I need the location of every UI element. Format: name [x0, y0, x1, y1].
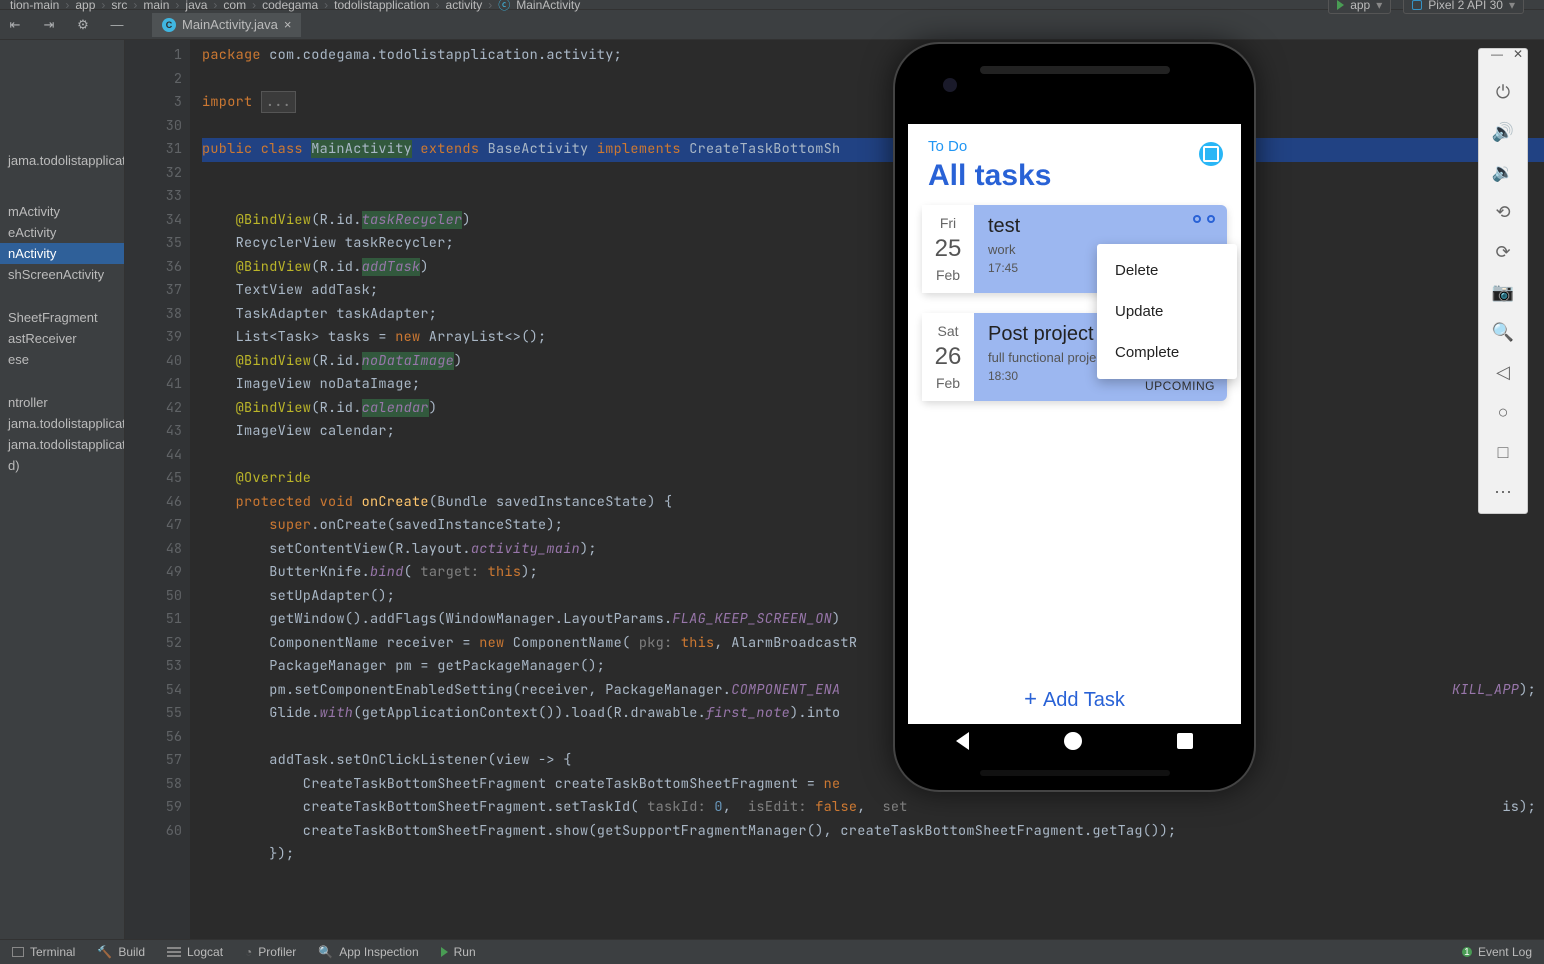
emulator-screen[interactable]: To Do All tasks Fri 25 Feb test work 17:… — [908, 124, 1241, 724]
event-log-tab[interactable]: 1Event Log — [1462, 945, 1532, 959]
tab-label: MainActivity.java — [182, 17, 278, 32]
sidebar-item[interactable]: jama.todolistapplicat — [0, 150, 124, 171]
menu-update[interactable]: Update — [1097, 291, 1237, 332]
sidebar-item[interactable]: eActivity — [0, 222, 124, 243]
power-icon[interactable]: ⏻ — [1492, 81, 1514, 103]
emulator-toolbar: — ✕ ⏻ 🔊 🔉 ⟲ ⟳ 📷 🔍 ◁ ○ □ ⋯ — [1478, 48, 1528, 514]
app-inspection-tab[interactable]: 🔍App Inspection — [318, 945, 418, 959]
indent-right-icon[interactable]: ⇥ — [40, 16, 58, 34]
back-icon[interactable] — [956, 732, 969, 750]
logcat-tab[interactable]: Logcat — [167, 945, 223, 959]
home-icon[interactable]: ○ — [1492, 401, 1514, 423]
emulator-device: To Do All tasks Fri 25 Feb test work 17:… — [893, 42, 1256, 792]
rotate-left-icon[interactable]: ⟲ — [1492, 201, 1514, 223]
indent-left-icon[interactable]: ⇤ — [6, 16, 24, 34]
task-options-icon[interactable] — [1193, 215, 1215, 223]
app-subtitle: To Do — [928, 138, 1221, 155]
status-bar: Terminal 🔨Build Logcat ◔Profiler 🔍App In… — [0, 939, 1544, 964]
close-icon[interactable]: ✕ — [1513, 47, 1523, 61]
recents-icon[interactable] — [1177, 733, 1193, 749]
volume-up-icon[interactable]: 🔊 — [1492, 121, 1514, 143]
close-icon[interactable]: × — [284, 17, 292, 32]
add-task-button[interactable]: +Add Task — [908, 686, 1241, 712]
task-date: Sat 26 Feb — [922, 313, 974, 401]
task-status: UPCOMING — [1145, 379, 1215, 393]
sidebar-item[interactable]: jama.todolistapplicat — [0, 413, 124, 434]
java-class-icon: C — [162, 18, 176, 32]
run-tab[interactable]: Run — [441, 945, 476, 959]
run-config[interactable]: app▾ — [1328, 0, 1391, 14]
back-icon[interactable]: ◁ — [1492, 361, 1514, 383]
code-area[interactable]: package com.codegama.todolistapplication… — [190, 40, 1544, 939]
code-editor[interactable]: 123 303132 333435 363738 394041 424344 4… — [125, 40, 1544, 939]
task-title: test — [988, 215, 1213, 238]
android-navbar — [908, 724, 1241, 758]
volume-down-icon[interactable]: 🔉 — [1492, 161, 1514, 183]
minimize-icon[interactable]: — — [108, 16, 126, 34]
device-select[interactable]: Pixel 2 API 30▾ — [1403, 0, 1524, 14]
rotate-right-icon[interactable]: ⟳ — [1492, 241, 1514, 263]
sidebar-item[interactable]: jama.todolistapplicat — [0, 434, 124, 455]
breadcrumb: tion-main› app› src› main› java› com› co… — [0, 0, 1544, 10]
more-icon[interactable]: ⋯ — [1492, 481, 1514, 503]
sidebar-item[interactable]: ntroller — [0, 392, 124, 413]
tab-mainactivity[interactable]: C MainActivity.java × — [152, 13, 301, 37]
app-title: All tasks — [928, 159, 1221, 193]
sidebar-item[interactable]: shScreenActivity — [0, 264, 124, 285]
editor-toolbar: ⇤ ⇥ ⚙ — C MainActivity.java × — [0, 10, 1544, 40]
sidebar-item[interactable]: mActivity — [0, 201, 124, 222]
camera-icon[interactable]: 📷 — [1492, 281, 1514, 303]
sidebar-item[interactable]: d) — [0, 455, 124, 476]
zoom-icon[interactable]: 🔍 — [1492, 321, 1514, 343]
build-tab[interactable]: 🔨Build — [97, 945, 145, 959]
menu-complete[interactable]: Complete — [1097, 332, 1237, 373]
home-icon[interactable] — [1064, 732, 1082, 750]
project-sidebar[interactable]: jama.todolistapplicat mActivity eActivit… — [0, 40, 125, 939]
gear-icon[interactable]: ⚙ — [74, 16, 92, 34]
terminal-tab[interactable]: Terminal — [12, 945, 75, 959]
sidebar-item[interactable]: ese — [0, 349, 124, 370]
task-date: Fri 25 Feb — [922, 205, 974, 293]
sidebar-item-selected[interactable]: nActivity — [0, 243, 124, 264]
sidebar-item[interactable]: SheetFragment — [0, 307, 124, 328]
gutter: 123 303132 333435 363738 394041 424344 4… — [125, 40, 190, 939]
minimize-icon[interactable]: — — [1491, 47, 1503, 61]
sidebar-item[interactable]: astReceiver — [0, 328, 124, 349]
profiler-tab[interactable]: ◔Profiler — [245, 945, 296, 959]
overview-icon[interactable]: □ — [1492, 441, 1514, 463]
calendar-icon[interactable] — [1199, 142, 1223, 166]
menu-delete[interactable]: Delete — [1097, 250, 1237, 291]
context-menu: Delete Update Complete — [1097, 244, 1237, 379]
